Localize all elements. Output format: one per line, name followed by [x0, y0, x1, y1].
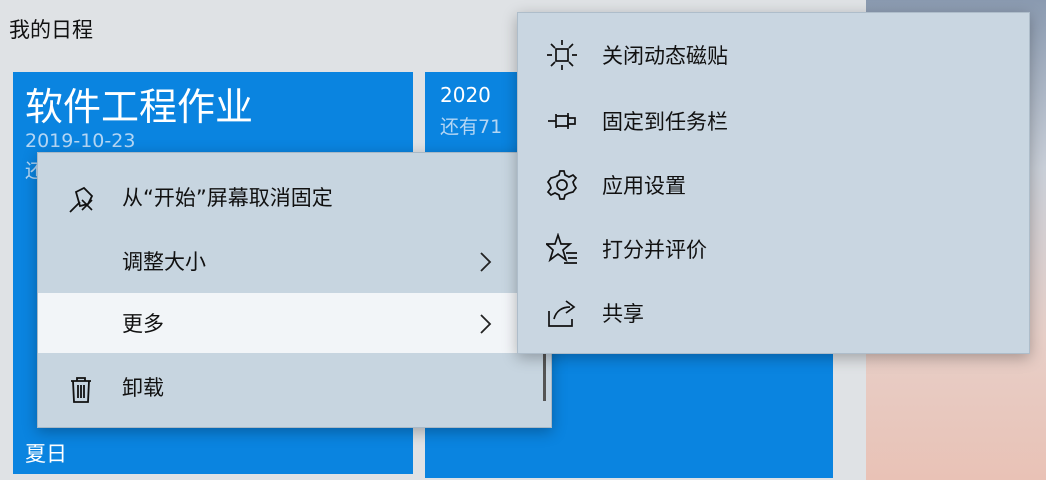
submenu-item-label: 打分并评价	[602, 237, 707, 262]
submenu-item-rate-review[interactable]: 打分并评价	[518, 217, 1029, 280]
tile-context-menu: 从“开始”屏幕取消固定 调整大小 更多 卸载	[37, 152, 552, 428]
group-title: 我的日程	[9, 18, 93, 42]
star-rate-icon	[546, 233, 578, 265]
menu-item-resize[interactable]: 调整大小	[38, 231, 516, 291]
more-submenu: 关闭动态磁贴 固定到任务栏 应用设置 打分并评价 共享	[517, 12, 1030, 354]
submenu-item-label: 共享	[602, 301, 644, 326]
live-tile-off-icon	[546, 39, 578, 71]
submenu-item-turn-off-live-tile[interactable]: 关闭动态磁贴	[518, 23, 1029, 86]
unpin-icon	[66, 184, 96, 214]
submenu-item-label: 应用设置	[602, 173, 686, 198]
tile-footer: 夏日	[25, 442, 67, 466]
submenu-item-share[interactable]: 共享	[518, 281, 1029, 344]
menu-item-label: 从“开始”屏幕取消固定	[122, 186, 333, 210]
submenu-item-label: 固定到任务栏	[602, 109, 728, 134]
share-icon	[546, 297, 578, 329]
menu-item-label: 卸载	[122, 376, 164, 400]
tile-title: 软件工程作业	[25, 85, 254, 129]
submenu-item-pin-to-taskbar[interactable]: 固定到任务栏	[518, 89, 1029, 152]
submenu-item-app-settings[interactable]: 应用设置	[518, 153, 1029, 216]
chevron-right-icon	[478, 251, 492, 273]
menu-item-unpin[interactable]: 从“开始”屏幕取消固定	[38, 167, 516, 227]
trash-icon	[66, 374, 96, 404]
menu-item-uninstall[interactable]: 卸载	[38, 357, 516, 417]
pin-icon	[546, 105, 578, 137]
submenu-item-label: 关闭动态磁贴	[602, 43, 728, 68]
gear-icon	[546, 169, 578, 201]
scrollbar[interactable]	[543, 347, 546, 401]
tile-remaining: 还有71	[440, 116, 503, 138]
menu-item-label: 调整大小	[122, 250, 206, 274]
chevron-right-icon	[478, 313, 492, 335]
menu-item-more[interactable]: 更多	[38, 293, 518, 353]
tile-date: 2019-10-23	[25, 130, 136, 152]
tile-year: 2020	[440, 83, 491, 107]
menu-item-label: 更多	[122, 312, 164, 336]
